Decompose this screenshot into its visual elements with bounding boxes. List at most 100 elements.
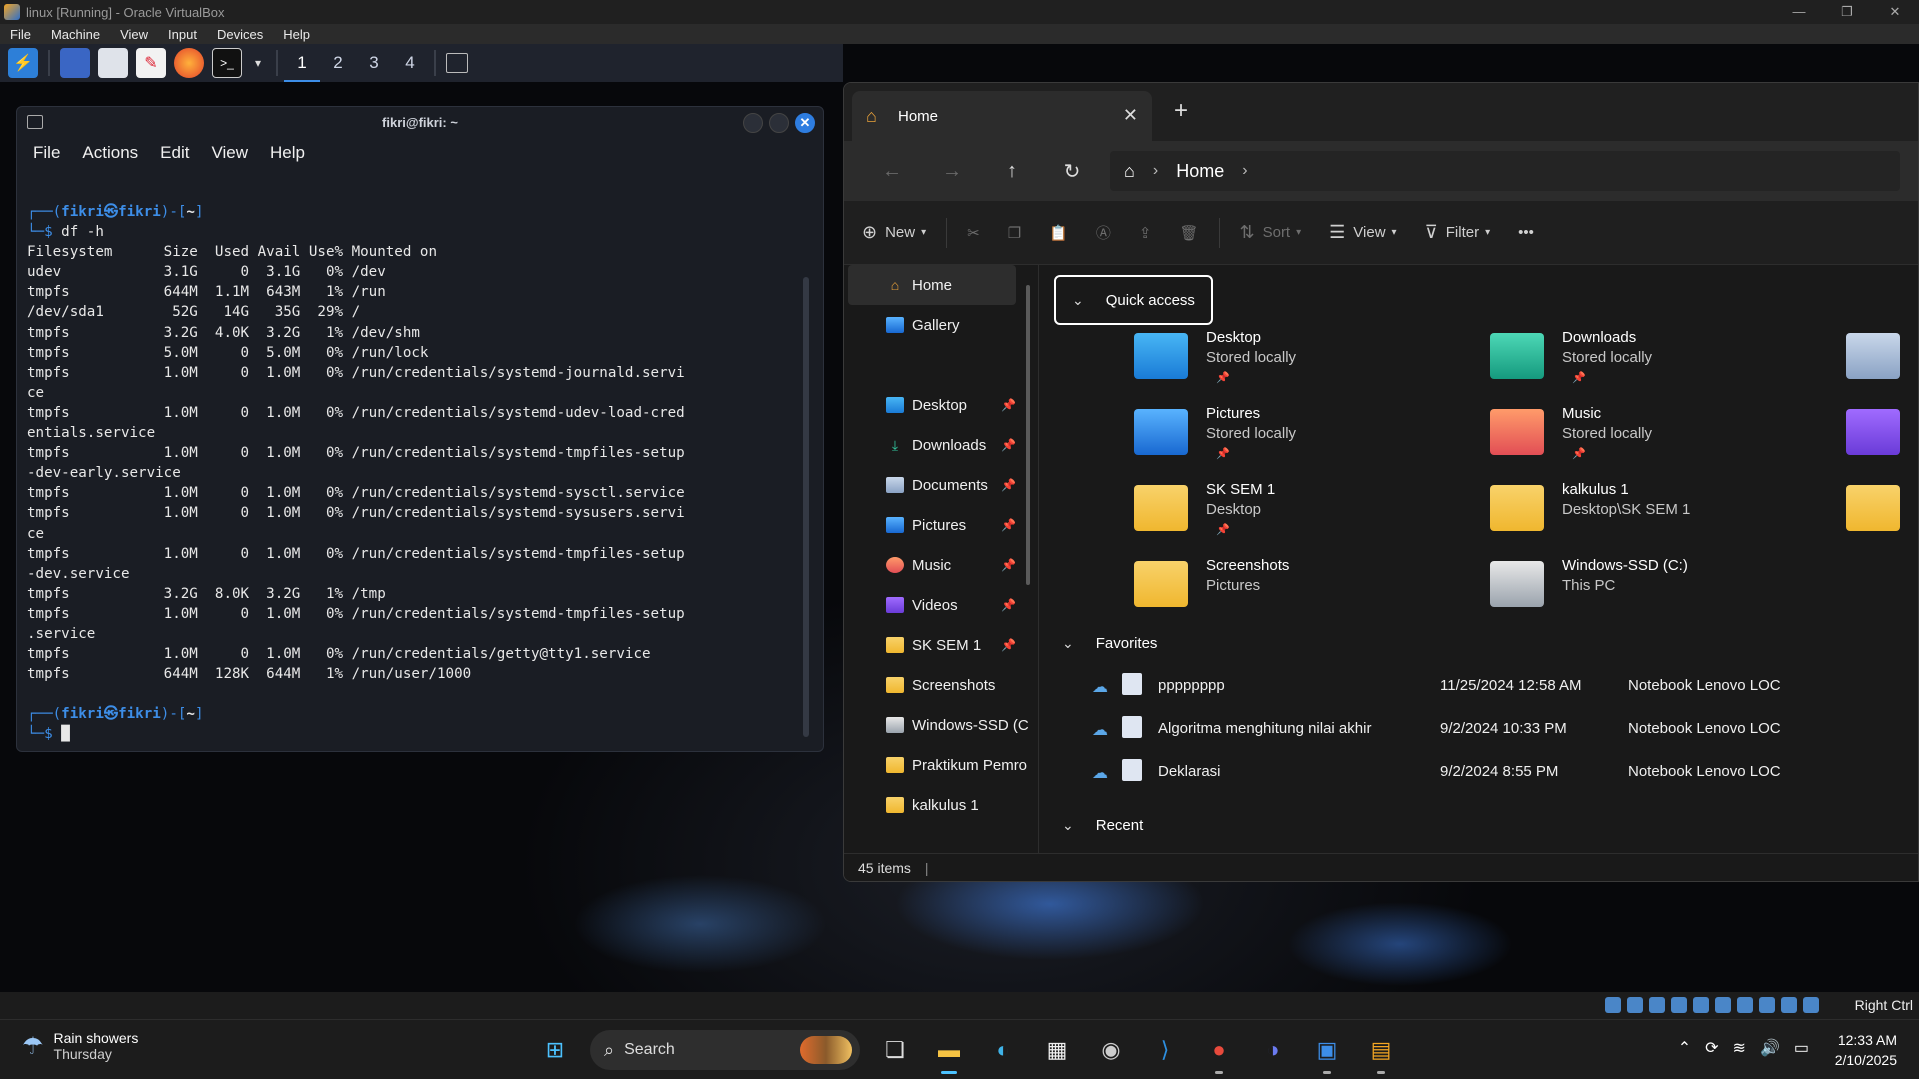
sidebar-item-sk-sem-1[interactable]: SK SEM 1 📌 xyxy=(844,625,1038,665)
minimize-button[interactable]: — xyxy=(1775,0,1823,24)
sidebar-item-desktop[interactable]: Desktop 📌 xyxy=(844,385,1038,425)
sidebar-item-pictures[interactable]: Pictures 📌 xyxy=(844,505,1038,545)
optical-drive-icon[interactable] xyxy=(1627,997,1643,1013)
mouse-integration-icon[interactable] xyxy=(1803,997,1819,1013)
virtualbox-taskbar-icon[interactable]: ▣ xyxy=(1307,1030,1347,1074)
terminal-maximize-button[interactable] xyxy=(769,113,789,133)
quick-access-item-music[interactable]: Music Stored locally 📌 xyxy=(1490,405,1790,471)
file-manager-icon[interactable] xyxy=(98,48,128,78)
battery-icon[interactable]: ▭ xyxy=(1794,1038,1809,1058)
favorites-header[interactable]: ⌄ Favorites xyxy=(1062,635,1157,652)
quick-access-item-windows-ssd[interactable]: Windows-SSD (C:) This PC xyxy=(1490,557,1790,623)
menu-input[interactable]: Input xyxy=(158,27,207,42)
quick-access-item-downloads[interactable]: Downloads Stored locally 📌 xyxy=(1490,329,1790,395)
view-button[interactable]: ☰ View ▾ xyxy=(1329,222,1396,243)
favorites-row[interactable]: ☁ Algoritma menghitung nilai akhir 9/2/2… xyxy=(1040,708,1918,751)
new-tab-button[interactable]: + xyxy=(1174,97,1188,125)
hard-disk-icon[interactable] xyxy=(1605,997,1621,1013)
terminal-launcher-icon[interactable]: >_ xyxy=(212,48,242,78)
terminal-menu-help[interactable]: Help xyxy=(270,143,305,163)
cut-icon[interactable]: ✂ xyxy=(967,224,980,242)
menu-help[interactable]: Help xyxy=(273,27,320,42)
terminal-close-button[interactable]: ✕ xyxy=(795,113,815,133)
sidebar-item-videos[interactable]: Videos 📌 xyxy=(844,585,1038,625)
sidebar-item-documents[interactable]: Documents 📌 xyxy=(844,465,1038,505)
back-arrow-icon[interactable]: ← xyxy=(862,160,922,183)
usb-icon[interactable] xyxy=(1693,997,1709,1013)
menu-machine[interactable]: Machine xyxy=(41,27,110,42)
start-button[interactable]: ⊞ xyxy=(535,1030,575,1070)
copy-icon[interactable]: ❐ xyxy=(1008,224,1021,242)
sort-button[interactable]: ⇅ Sort ▾ xyxy=(1240,222,1302,243)
workspace-4[interactable]: 4 xyxy=(392,44,428,82)
search-box[interactable]: ⌕ Search xyxy=(590,1030,860,1070)
quick-access-item-folder[interactable] xyxy=(1846,481,1918,547)
kali-menu-icon[interactable]: ⚡ xyxy=(8,48,38,78)
up-arrow-icon[interactable]: ↑ xyxy=(982,160,1042,183)
share-icon[interactable]: ⇪ xyxy=(1139,224,1152,242)
chevron-right-icon[interactable]: › xyxy=(1242,162,1247,180)
more-options-button[interactable]: ••• xyxy=(1518,224,1534,241)
new-button[interactable]: ⊕ New ▾ xyxy=(862,222,926,243)
recent-header[interactable]: ⌄ Recent xyxy=(1062,817,1143,834)
wifi-icon[interactable]: ≋ xyxy=(1733,1038,1746,1058)
terminal-menu-file[interactable]: File xyxy=(33,143,60,163)
virtualbox-vm-icon[interactable]: ▤ xyxy=(1361,1030,1401,1074)
sidebar-item-home[interactable]: ⌂ Home xyxy=(848,265,1016,305)
menu-view[interactable]: View xyxy=(110,27,158,42)
quick-access-item-pictures[interactable]: Pictures Stored locally 📌 xyxy=(1134,405,1434,471)
edge-icon[interactable]: ◐ xyxy=(983,1030,1023,1070)
forward-arrow-icon[interactable]: → xyxy=(922,160,982,183)
camera-icon[interactable]: ◉ xyxy=(1091,1030,1131,1070)
quick-access-item-desktop[interactable]: Desktop Stored locally 📌 xyxy=(1134,329,1434,395)
paste-icon[interactable]: 📋 xyxy=(1049,224,1068,242)
workspace-3[interactable]: 3 xyxy=(356,44,392,82)
text-editor-icon[interactable]: ✎ xyxy=(136,48,166,78)
refresh-icon[interactable]: ↻ xyxy=(1042,159,1102,184)
firefox-icon[interactable] xyxy=(174,48,204,78)
vscode-icon[interactable]: ⟩ xyxy=(1145,1030,1185,1070)
chrome-icon[interactable]: ● xyxy=(1199,1030,1239,1074)
eclipse-icon[interactable]: ◑ xyxy=(1253,1030,1293,1070)
filter-button[interactable]: ⊽ Filter ▾ xyxy=(1425,222,1491,243)
terminal-menu-edit[interactable]: Edit xyxy=(160,143,189,163)
quick-access-item-sk-sem-1[interactable]: SK SEM 1 Desktop 📌 xyxy=(1134,481,1434,547)
tab-home[interactable]: ⌂ Home ✕ xyxy=(852,91,1152,141)
sidebar-item-music[interactable]: Music 📌 xyxy=(844,545,1038,585)
quick-access-item-documents[interactable] xyxy=(1846,329,1918,395)
tab-close-icon[interactable]: ✕ xyxy=(1123,105,1138,126)
quick-access-item-kalkulus-1[interactable]: kalkulus 1 Desktop\SK SEM 1 xyxy=(1490,481,1790,547)
menu-file[interactable]: File xyxy=(0,27,41,42)
sync-icon[interactable]: ⟳ xyxy=(1705,1038,1718,1058)
recording-icon[interactable] xyxy=(1759,997,1775,1013)
favorites-row[interactable]: ☁ Deklarasi 9/2/2024 8:55 PM Notebook Le… xyxy=(1040,751,1918,794)
terminal-minimize-button[interactable] xyxy=(743,113,763,133)
quick-access-header[interactable]: ⌄ Quick access xyxy=(1054,275,1213,325)
favorites-row[interactable]: ☁ pppppppp 11/25/2024 12:58 AM Notebook … xyxy=(1040,665,1918,708)
close-button[interactable]: ✕ xyxy=(1871,0,1919,24)
restore-button[interactable]: ❐ xyxy=(1823,0,1871,24)
sidebar-item-gallery[interactable]: Gallery xyxy=(844,305,1038,345)
shared-folder-icon[interactable] xyxy=(1715,997,1731,1013)
task-view-icon[interactable]: ❏ xyxy=(875,1030,915,1070)
display-icon[interactable] xyxy=(1737,997,1753,1013)
weather-widget[interactable]: ☂ Rain showers Thursday xyxy=(22,1030,138,1062)
rename-icon[interactable]: Ⓐ xyxy=(1096,222,1111,243)
breadcrumb-home[interactable]: Home xyxy=(1176,161,1224,182)
terminal-menu-actions[interactable]: Actions xyxy=(82,143,138,163)
file-explorer-icon[interactable]: ▬ xyxy=(929,1030,969,1074)
workspace-2[interactable]: 2 xyxy=(320,44,356,82)
workspace-1[interactable]: 1 xyxy=(284,44,320,82)
terminal-output[interactable]: ┌──(fikri㉿fikri)-[~] └─$ df -h Filesystem … xyxy=(27,202,807,742)
chevron-down-icon[interactable]: ▾ xyxy=(250,48,266,78)
chevron-up-icon[interactable]: ⌃ xyxy=(1678,1038,1691,1058)
clock[interactable]: 12:33 AM 2/10/2025 xyxy=(1835,1030,1897,1070)
terminal-scrollbar[interactable] xyxy=(803,277,809,737)
terminal-menu-view[interactable]: View xyxy=(211,143,248,163)
sidebar-item-kalkulus-1[interactable]: kalkulus 1 xyxy=(844,785,1038,825)
volume-icon[interactable]: 🔊 xyxy=(1760,1038,1780,1058)
sidebar-scrollbar[interactable] xyxy=(1026,285,1030,585)
cpu-icon[interactable] xyxy=(1781,997,1797,1013)
terminal-task-icon[interactable] xyxy=(446,53,468,73)
quick-access-item-screenshots[interactable]: Screenshots Pictures xyxy=(1134,557,1434,623)
